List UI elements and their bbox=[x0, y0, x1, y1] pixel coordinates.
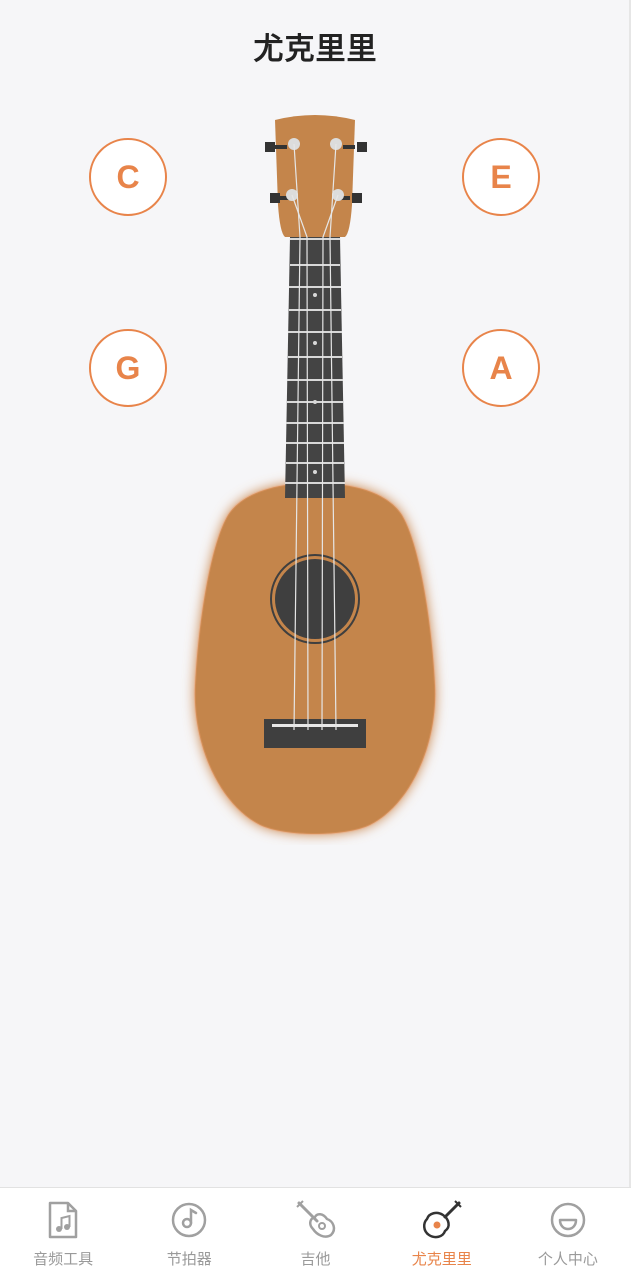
ukulele-body bbox=[193, 481, 437, 835]
fretboard bbox=[285, 237, 345, 498]
tab-label: 吉他 bbox=[300, 1250, 331, 1268]
tab-label: 音频工具 bbox=[33, 1250, 94, 1268]
tab-label: 尤克里里 bbox=[411, 1250, 472, 1268]
tab-label: 节拍器 bbox=[166, 1250, 212, 1268]
tab-label: 个人中心 bbox=[537, 1250, 598, 1268]
guitar-icon bbox=[294, 1198, 338, 1242]
tab-audio-tools[interactable]: 音频工具 bbox=[0, 1188, 126, 1280]
headstock bbox=[275, 115, 355, 237]
tab-guitar[interactable]: 吉他 bbox=[252, 1188, 378, 1280]
smiley-icon bbox=[546, 1198, 590, 1242]
page-title: 尤克里里 bbox=[253, 32, 378, 67]
tab-ukulele[interactable]: 尤克里里 bbox=[379, 1188, 505, 1280]
tab-profile[interactable]: 个人中心 bbox=[505, 1188, 631, 1280]
ukulele-illustration bbox=[193, 115, 437, 835]
bottom-tab-bar: 音频工具 节拍器 吉他 尤克里里 个人中心 bbox=[0, 1187, 631, 1280]
string-c-button[interactable]: C bbox=[89, 138, 167, 216]
music-file-icon bbox=[41, 1198, 85, 1242]
bridge bbox=[264, 719, 366, 748]
metronome-icon bbox=[167, 1198, 211, 1242]
string-g-button[interactable]: G bbox=[89, 329, 167, 407]
string-e-button[interactable]: E bbox=[462, 138, 540, 216]
tab-metronome[interactable]: 节拍器 bbox=[126, 1188, 252, 1280]
string-a-button[interactable]: A bbox=[462, 329, 540, 407]
ukulele-icon bbox=[420, 1198, 464, 1242]
